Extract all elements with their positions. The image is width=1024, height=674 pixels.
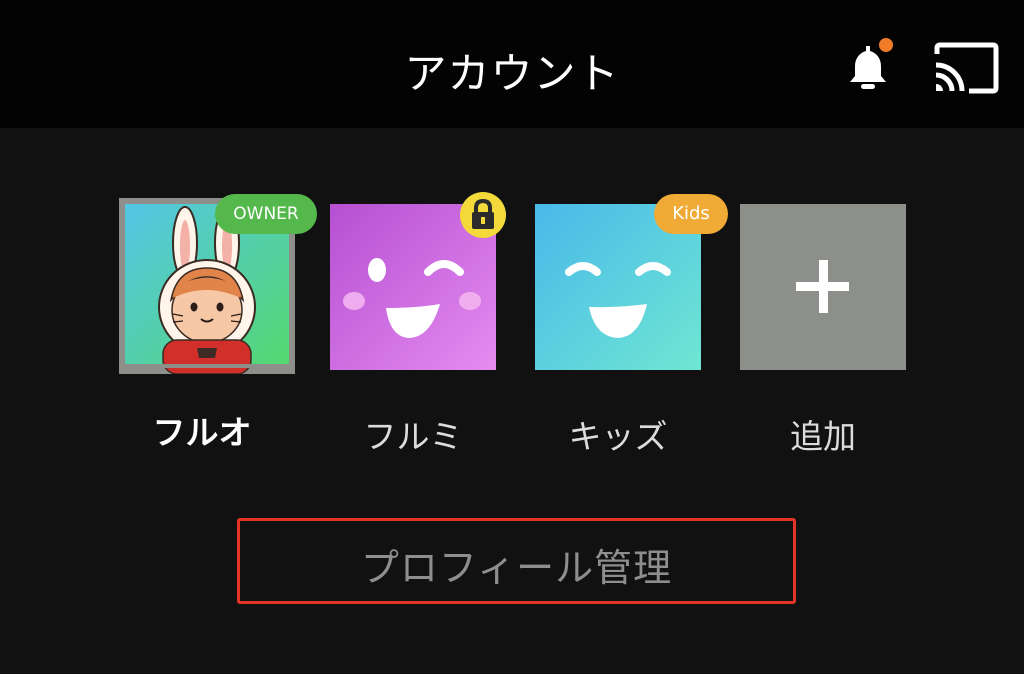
profile-name: 追加	[790, 417, 856, 456]
add-profile-tile[interactable]	[740, 204, 906, 370]
top-bar: アカウント	[0, 0, 1024, 128]
profile-name: フルミ	[363, 417, 463, 456]
manage-profiles-label: プロフィール管理	[360, 546, 673, 590]
plus-icon	[796, 260, 849, 313]
lock-icon	[472, 198, 494, 229]
notification-bell-icon[interactable]	[840, 38, 896, 94]
add-profile[interactable]: 追加	[740, 204, 906, 456]
manage-profiles-button[interactable]: プロフィール管理	[237, 518, 796, 604]
kids-badge: Kids	[654, 194, 728, 234]
profile-name: キッズ	[568, 417, 668, 456]
profile-name: フルオ	[152, 413, 252, 452]
cast-icon[interactable]	[931, 40, 999, 96]
notification-dot	[879, 38, 893, 52]
lock-badge	[460, 192, 506, 238]
owner-badge: OWNER	[215, 194, 317, 234]
